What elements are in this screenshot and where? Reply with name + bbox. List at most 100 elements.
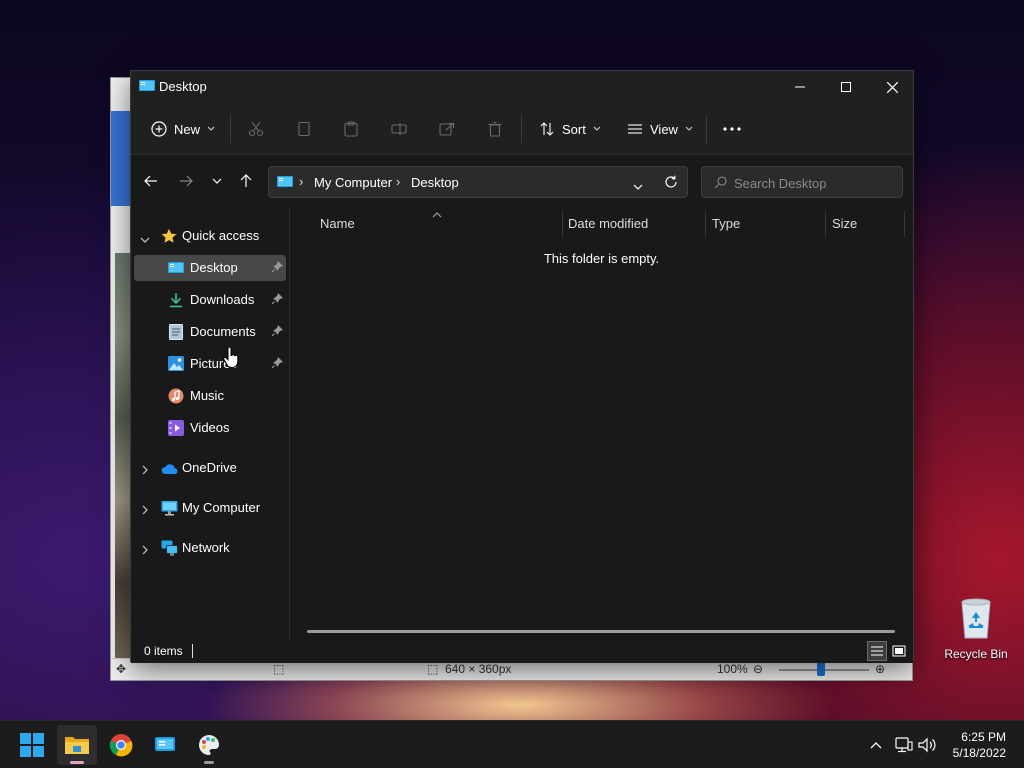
sidebar-item-music[interactable]: Music bbox=[134, 383, 286, 409]
column-separator[interactable] bbox=[562, 211, 563, 237]
file-explorer-window[interactable]: Desktop New Sort View › My Computer › De… bbox=[130, 70, 915, 663]
taskbar-remote-desktop[interactable] bbox=[145, 725, 185, 765]
maximize-icon bbox=[841, 82, 851, 92]
chevron-right-icon[interactable] bbox=[142, 463, 149, 478]
recent-locations-button[interactable] bbox=[205, 169, 229, 193]
rename-button[interactable] bbox=[391, 103, 407, 155]
search-input[interactable] bbox=[734, 173, 894, 193]
taskbar-paint[interactable] bbox=[189, 725, 229, 765]
sidebar-item-pictures[interactable]: Pictures bbox=[134, 351, 286, 377]
paste-icon bbox=[344, 121, 358, 137]
chrome-icon bbox=[109, 734, 133, 757]
column-separator[interactable] bbox=[904, 211, 905, 237]
volume-icon bbox=[918, 737, 936, 753]
breadcrumb-separator-icon: › bbox=[396, 174, 401, 189]
taskbar-chrome[interactable] bbox=[101, 725, 141, 765]
sidebar-item-network[interactable]: Network bbox=[134, 535, 286, 561]
share-button[interactable] bbox=[439, 103, 455, 155]
hand-cursor-icon bbox=[223, 346, 239, 372]
view-label: View bbox=[650, 121, 678, 137]
address-bar[interactable]: › My Computer › Desktop bbox=[268, 166, 688, 198]
pin-icon[interactable] bbox=[272, 325, 284, 340]
clock-time: 6:25 PM bbox=[961, 730, 1006, 744]
view-list-icon bbox=[628, 124, 642, 134]
file-explorer-icon bbox=[65, 737, 89, 754]
zoom-slider-thumb[interactable] bbox=[817, 662, 825, 676]
chevron-right-icon[interactable] bbox=[142, 503, 149, 518]
back-button[interactable] bbox=[139, 169, 163, 193]
clock[interactable]: 6:25 PM 5/18/2022 bbox=[953, 729, 1006, 761]
pin-icon[interactable] bbox=[272, 261, 284, 276]
command-bar: New Sort View bbox=[131, 103, 913, 155]
forward-button[interactable] bbox=[174, 169, 198, 193]
recycle-bin-shortcut[interactable]: Recycle Bin bbox=[940, 596, 1012, 661]
arrow-up-icon bbox=[240, 174, 252, 187]
sort-button[interactable]: Sort bbox=[539, 103, 601, 155]
arrow-right-icon bbox=[180, 175, 193, 187]
sidebar-item-downloads[interactable]: Downloads bbox=[134, 287, 286, 313]
sidebar-item-videos[interactable]: Videos bbox=[134, 415, 286, 441]
copy-button[interactable] bbox=[296, 103, 312, 155]
minimize-button[interactable] bbox=[777, 71, 823, 103]
sidebar-item-documents[interactable]: Documents bbox=[134, 319, 286, 345]
tiles-view-icon bbox=[892, 645, 906, 657]
chevron-right-icon[interactable] bbox=[142, 543, 149, 558]
sidebar-item-quick-access[interactable]: Quick access bbox=[134, 223, 286, 249]
item-count: 0 items bbox=[144, 644, 183, 658]
sidebar-item-my-computer[interactable]: My Computer bbox=[134, 495, 286, 521]
sidebar-label: Videos bbox=[190, 420, 230, 435]
start-button[interactable] bbox=[12, 725, 52, 765]
taskbar-file-explorer[interactable] bbox=[57, 725, 97, 765]
toolbar-separator bbox=[230, 115, 231, 143]
more-options-button[interactable] bbox=[723, 103, 741, 155]
sidebar-label: Downloads bbox=[190, 292, 255, 307]
large-icons-view-button[interactable] bbox=[889, 641, 909, 661]
pin-icon[interactable] bbox=[272, 293, 284, 308]
horizontal-scrollbar[interactable] bbox=[307, 630, 895, 633]
plus-circle-icon bbox=[151, 121, 167, 137]
status-bar: 0 items bbox=[131, 639, 913, 663]
column-separator[interactable] bbox=[705, 211, 706, 237]
refresh-button[interactable] bbox=[664, 175, 678, 192]
details-view-button[interactable] bbox=[867, 641, 887, 661]
arrow-left-icon bbox=[144, 175, 157, 187]
file-list-pane[interactable]: Name Date modified Type Size This folder… bbox=[290, 207, 913, 639]
sidebar-label: Desktop bbox=[190, 260, 238, 275]
refresh-icon bbox=[665, 175, 677, 188]
chevron-down-icon[interactable] bbox=[140, 232, 150, 247]
paste-button[interactable] bbox=[343, 103, 359, 155]
maximize-button[interactable] bbox=[823, 71, 869, 103]
new-button[interactable]: New bbox=[151, 103, 215, 155]
delete-button[interactable] bbox=[487, 103, 503, 155]
sort-icon bbox=[540, 122, 554, 136]
window-title: Desktop bbox=[159, 79, 207, 94]
column-header-type[interactable]: Type bbox=[712, 216, 740, 231]
volume-button[interactable] bbox=[916, 733, 940, 757]
column-separator[interactable] bbox=[825, 211, 826, 237]
view-button[interactable]: View bbox=[627, 103, 693, 155]
sidebar-item-desktop[interactable]: Desktop bbox=[134, 255, 286, 281]
cut-button[interactable] bbox=[248, 103, 264, 155]
desktop-folder-icon bbox=[277, 175, 293, 192]
breadcrumb-my-computer[interactable]: My Computer bbox=[314, 175, 392, 190]
toolbar-separator bbox=[521, 115, 522, 143]
address-history-dropdown[interactable] bbox=[633, 179, 643, 194]
column-header-name[interactable]: Name bbox=[320, 216, 355, 231]
zoom-out-button[interactable]: ⊖ bbox=[753, 662, 763, 676]
zoom-in-button[interactable]: ⊕ bbox=[875, 662, 885, 676]
search-box[interactable] bbox=[701, 166, 903, 198]
network-wired-icon bbox=[895, 737, 913, 753]
show-hidden-icons-button[interactable] bbox=[864, 733, 888, 757]
pin-icon[interactable] bbox=[272, 357, 284, 372]
close-button[interactable] bbox=[869, 71, 915, 103]
chevron-up-icon bbox=[870, 742, 882, 749]
search-icon bbox=[714, 176, 727, 192]
up-button[interactable] bbox=[234, 169, 258, 193]
column-header-date-modified[interactable]: Date modified bbox=[568, 216, 648, 231]
navigation-bar: › My Computer › Desktop bbox=[131, 155, 913, 207]
breadcrumb-desktop[interactable]: Desktop bbox=[411, 175, 459, 190]
sort-ascending-icon bbox=[432, 207, 442, 221]
sidebar-item-onedrive[interactable]: OneDrive bbox=[134, 455, 286, 481]
column-header-size[interactable]: Size bbox=[832, 216, 857, 231]
network-status-button[interactable] bbox=[892, 733, 916, 757]
